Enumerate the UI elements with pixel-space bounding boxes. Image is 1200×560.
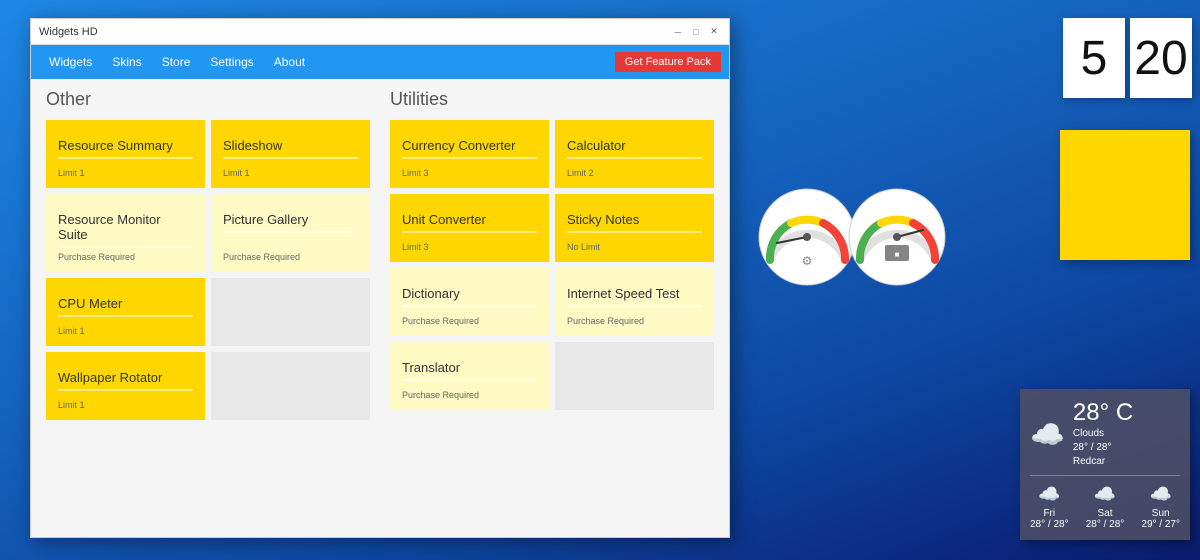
other-section-title: Other bbox=[46, 89, 370, 110]
weather-desc: Clouds 28° / 28° Redcar bbox=[1073, 427, 1133, 469]
svg-text:■: ■ bbox=[895, 250, 900, 259]
tile-dictionary[interactable]: Dictionary Purchase Required bbox=[390, 268, 549, 336]
tile-separator bbox=[58, 157, 193, 159]
get-feature-pack-button[interactable]: Get Feature Pack bbox=[615, 52, 721, 72]
tile-slideshow-limit: Limit 1 bbox=[223, 164, 358, 178]
minimize-button[interactable]: ─ bbox=[671, 25, 685, 39]
content-area: Other Resource Summary Limit 1 Slideshow… bbox=[31, 79, 729, 537]
tile-slideshow-name: Slideshow bbox=[223, 138, 358, 153]
weather-info: 28° C Clouds 28° / 28° Redcar bbox=[1073, 399, 1133, 469]
tile-unit-converter[interactable]: Unit Converter Limit 3 bbox=[390, 194, 549, 262]
tile-translator-name: Translator bbox=[402, 360, 537, 375]
tile-sticky-notes-limit: No Limit bbox=[567, 238, 702, 252]
other-section: Other Resource Summary Limit 1 Slideshow… bbox=[46, 89, 370, 527]
tile-resource-monitor-name: Resource Monitor Suite bbox=[58, 212, 193, 242]
tile-calculator[interactable]: Calculator Limit 2 bbox=[555, 120, 714, 188]
tile-resource-monitor-limit: Purchase Required bbox=[58, 248, 193, 262]
title-bar-controls: ─ □ ✕ bbox=[671, 25, 721, 39]
tile-separator bbox=[402, 379, 537, 381]
forecast-sun-icon: ☁️ bbox=[1141, 484, 1180, 505]
tile-resource-summary-limit: Limit 1 bbox=[58, 164, 193, 178]
tile-wallpaper-rotator-name: Wallpaper Rotator bbox=[58, 370, 193, 385]
weather-temp: 28° C bbox=[1073, 399, 1133, 427]
sticky-note-widget bbox=[1060, 130, 1190, 260]
tile-unit-converter-name: Unit Converter bbox=[402, 212, 537, 227]
tile-picture-gallery[interactable]: Picture Gallery Purchase Required bbox=[211, 194, 370, 272]
tile-currency-converter-name: Currency Converter bbox=[402, 138, 537, 153]
tile-picture-gallery-limit: Purchase Required bbox=[223, 248, 358, 262]
close-button[interactable]: ✕ bbox=[707, 25, 721, 39]
tile-empty-2 bbox=[211, 352, 370, 420]
tile-translator-limit: Purchase Required bbox=[402, 386, 537, 400]
tile-cpu-meter-limit: Limit 1 bbox=[58, 322, 193, 336]
tile-slideshow[interactable]: Slideshow Limit 1 bbox=[211, 120, 370, 188]
tile-calculator-limit: Limit 2 bbox=[567, 164, 702, 178]
clock-hour: 5 bbox=[1063, 18, 1125, 98]
utilities-section: Utilities Currency Converter Limit 3 Cal… bbox=[390, 89, 714, 527]
tile-resource-summary-name: Resource Summary bbox=[58, 138, 193, 153]
forecast-sat: ☁️ Sat 28° / 28° bbox=[1086, 484, 1125, 530]
tile-currency-converter[interactable]: Currency Converter Limit 3 bbox=[390, 120, 549, 188]
forecast-sun: ☁️ Sun 29° / 27° bbox=[1141, 484, 1180, 530]
forecast-sat-icon: ☁️ bbox=[1086, 484, 1125, 505]
tile-separator bbox=[567, 305, 702, 307]
weather-main: ☁️ 28° C Clouds 28° / 28° Redcar bbox=[1030, 399, 1180, 469]
menu-store[interactable]: Store bbox=[152, 49, 201, 75]
weather-widget: ☁️ 28° C Clouds 28° / 28° Redcar ☁️ Fri … bbox=[1020, 389, 1190, 540]
window-title: Widgets HD bbox=[39, 26, 98, 38]
tile-dictionary-limit: Purchase Required bbox=[402, 312, 537, 326]
tile-unit-converter-limit: Limit 3 bbox=[402, 238, 537, 252]
svg-text:⚙: ⚙ bbox=[802, 254, 813, 268]
gauge-widgets: ⚙ ■ bbox=[755, 185, 950, 290]
tile-empty-1 bbox=[211, 278, 370, 346]
utilities-grid: Currency Converter Limit 3 Calculator Li… bbox=[390, 120, 714, 410]
tile-separator bbox=[58, 389, 193, 391]
title-bar: Widgets HD ─ □ ✕ bbox=[31, 19, 729, 45]
tile-wallpaper-rotator[interactable]: Wallpaper Rotator Limit 1 bbox=[46, 352, 205, 420]
tile-sticky-notes[interactable]: Sticky Notes No Limit bbox=[555, 194, 714, 262]
tile-cpu-meter-name: CPU Meter bbox=[58, 296, 193, 311]
tile-separator bbox=[567, 231, 702, 233]
tile-empty-3 bbox=[555, 342, 714, 410]
tile-sticky-notes-name: Sticky Notes bbox=[567, 212, 702, 227]
menu-skins[interactable]: Skins bbox=[102, 49, 151, 75]
menu-settings[interactable]: Settings bbox=[200, 49, 263, 75]
tile-cpu-meter[interactable]: CPU Meter Limit 1 bbox=[46, 278, 205, 346]
tile-separator bbox=[223, 157, 358, 159]
tile-separator bbox=[223, 231, 358, 233]
tile-separator bbox=[402, 231, 537, 233]
tile-translator[interactable]: Translator Purchase Required bbox=[390, 342, 549, 410]
tile-calculator-name: Calculator bbox=[567, 138, 702, 153]
maximize-button[interactable]: □ bbox=[689, 25, 703, 39]
other-grid: Resource Summary Limit 1 Slideshow Limit… bbox=[46, 120, 370, 420]
menu-widgets[interactable]: Widgets bbox=[39, 49, 102, 75]
tile-resource-summary[interactable]: Resource Summary Limit 1 bbox=[46, 120, 205, 188]
tile-currency-converter-limit: Limit 3 bbox=[402, 164, 537, 178]
forecast-fri-icon: ☁️ bbox=[1030, 484, 1069, 505]
weather-forecast: ☁️ Fri 28° / 28° ☁️ Sat 28° / 28° ☁️ Sun… bbox=[1030, 475, 1180, 530]
tile-resource-monitor[interactable]: Resource Monitor Suite Purchase Required bbox=[46, 194, 205, 272]
forecast-fri: ☁️ Fri 28° / 28° bbox=[1030, 484, 1069, 530]
tile-internet-speed-test-name: Internet Speed Test bbox=[567, 286, 702, 301]
tile-separator bbox=[58, 315, 193, 317]
utilities-section-title: Utilities bbox=[390, 89, 714, 110]
menu-about[interactable]: About bbox=[264, 49, 315, 75]
app-window: Widgets HD ─ □ ✕ Widgets Skins Store Set… bbox=[30, 18, 730, 538]
tile-separator bbox=[402, 157, 537, 159]
clock-minute: 20 bbox=[1130, 18, 1192, 98]
tile-wallpaper-rotator-limit: Limit 1 bbox=[58, 396, 193, 410]
tile-separator bbox=[567, 157, 702, 159]
clock-widget: 5 20 bbox=[1063, 18, 1192, 98]
tile-separator bbox=[402, 305, 537, 307]
tile-internet-speed-test-limit: Purchase Required bbox=[567, 312, 702, 326]
menu-bar: Widgets Skins Store Settings About Get F… bbox=[31, 45, 729, 79]
tile-dictionary-name: Dictionary bbox=[402, 286, 537, 301]
gauge-2: ■ bbox=[845, 185, 950, 290]
weather-cloud-icon: ☁️ bbox=[1030, 418, 1065, 451]
tile-internet-speed-test[interactable]: Internet Speed Test Purchase Required bbox=[555, 268, 714, 336]
tile-picture-gallery-name: Picture Gallery bbox=[223, 212, 358, 227]
